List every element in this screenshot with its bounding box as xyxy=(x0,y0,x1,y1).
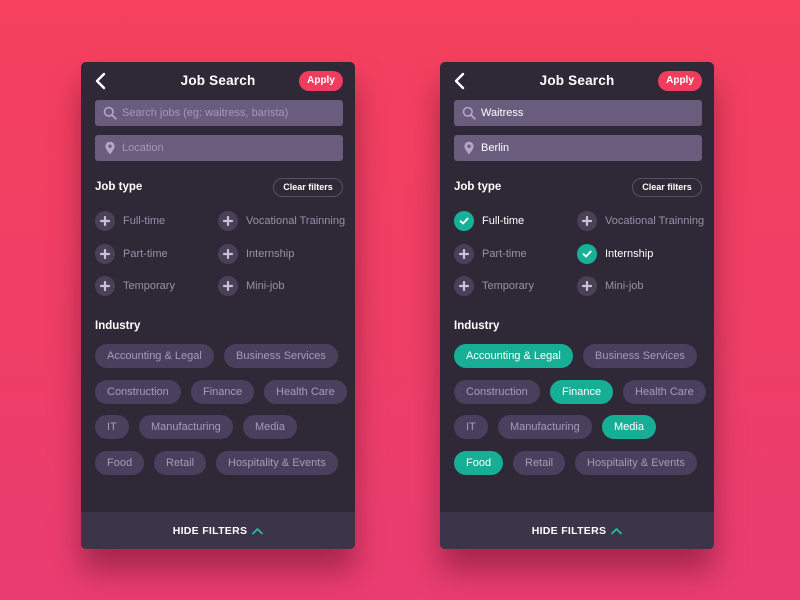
plus-icon xyxy=(218,211,238,231)
industry-chip-media[interactable]: Media xyxy=(243,415,297,439)
industry-chip-food[interactable]: Food xyxy=(95,450,145,475)
industry-chip-retail[interactable]: Retail xyxy=(154,450,207,475)
job-type-label: Full-time xyxy=(482,215,525,227)
industry-heading: Industry xyxy=(95,320,141,332)
apply-button[interactable]: Apply xyxy=(299,71,343,91)
plus-icon xyxy=(218,276,238,296)
location-pin-icon xyxy=(462,141,476,155)
job-type-label: Temporary xyxy=(482,280,534,292)
search-icon xyxy=(462,106,476,120)
job-type-vocational-trainning[interactable]: Vocational Trainning xyxy=(218,211,345,231)
job-type-vocational-trainning[interactable]: Vocational Trainning xyxy=(577,211,704,231)
job-type-label: Part-time xyxy=(482,248,527,260)
industry-chip-construction[interactable]: Construction xyxy=(454,379,540,404)
job-type-label: Vocational Trainning xyxy=(605,215,705,227)
apply-button[interactable]: Apply xyxy=(658,71,702,91)
chevron-up-icon xyxy=(252,527,264,535)
header: Job Search Apply xyxy=(440,62,714,100)
job-type-heading: Job type xyxy=(95,181,143,193)
industry-chip-construction[interactable]: Construction xyxy=(95,379,181,404)
location-input[interactable] xyxy=(122,135,337,161)
industry-chip-finance[interactable]: Finance xyxy=(191,379,255,404)
job-type-mini-job[interactable]: Mini-job xyxy=(218,276,285,296)
search-icon xyxy=(103,106,117,120)
plus-icon xyxy=(95,244,115,264)
hide-filters-label: HIDE FILTERS xyxy=(531,524,607,537)
job-type-label: Mini-job xyxy=(246,280,285,292)
plus-icon xyxy=(577,276,597,296)
job-type-label: Temporary xyxy=(123,280,175,292)
search-field[interactable] xyxy=(454,100,702,126)
job-type-part-time[interactable]: Part-time xyxy=(95,244,168,264)
job-type-mini-job[interactable]: Mini-job xyxy=(577,276,644,296)
clear-filters-button[interactable]: Clear filters xyxy=(273,178,343,197)
industry-chip-hospitality-and-events[interactable]: Hospitality & Events xyxy=(575,450,697,475)
industry-chip-manufacturing[interactable]: Manufacturing xyxy=(498,415,592,439)
industry-chip-retail[interactable]: Retail xyxy=(513,450,566,475)
location-pin-icon xyxy=(103,141,117,155)
location-field[interactable] xyxy=(95,135,343,161)
job-type-label: Full-time xyxy=(123,215,166,227)
job-type-temporary[interactable]: Temporary xyxy=(454,276,534,296)
industry-heading: Industry xyxy=(454,320,500,332)
check-icon xyxy=(577,244,597,264)
job-type-full-time[interactable]: Full-time xyxy=(454,211,524,231)
industry-chip-business-services[interactable]: Business Services xyxy=(583,344,697,368)
job-type-label: Internship xyxy=(605,248,654,260)
industry-chip-health-care[interactable]: Health Care xyxy=(264,379,347,404)
chevron-up-icon xyxy=(611,527,623,535)
job-type-label: Vocational Trainning xyxy=(246,215,346,227)
hide-filters-button[interactable]: HIDE FILTERS xyxy=(81,512,355,549)
industry-chip-accounting-and-legal[interactable]: Accounting & Legal xyxy=(454,344,573,368)
job-search-panel-empty: Job Search Apply Job type Clear filters … xyxy=(81,62,355,549)
search-input[interactable] xyxy=(481,100,696,126)
industry-chip-manufacturing[interactable]: Manufacturing xyxy=(139,415,233,439)
industry-chip-it[interactable]: IT xyxy=(95,415,129,439)
job-type-label: Mini-job xyxy=(605,280,644,292)
plus-icon xyxy=(454,276,474,296)
header: Job Search Apply xyxy=(81,62,355,100)
plus-icon xyxy=(218,244,238,264)
job-search-panel-filled: Job Search Apply Job type Clear filters … xyxy=(440,62,714,549)
industry-chip-finance[interactable]: Finance xyxy=(550,379,614,404)
industry-chip-hospitality-and-events[interactable]: Hospitality & Events xyxy=(216,450,338,475)
plus-icon xyxy=(454,244,474,264)
clear-filters-button[interactable]: Clear filters xyxy=(632,178,702,197)
check-icon xyxy=(454,211,474,231)
plus-icon xyxy=(577,211,597,231)
location-field[interactable] xyxy=(454,135,702,161)
plus-icon xyxy=(95,211,115,231)
industry-chip-health-care[interactable]: Health Care xyxy=(623,379,706,404)
hide-filters-label: HIDE FILTERS xyxy=(172,524,248,537)
job-type-label: Part-time xyxy=(123,248,168,260)
location-input[interactable] xyxy=(481,135,696,161)
job-type-label: Internship xyxy=(246,248,295,260)
job-type-temporary[interactable]: Temporary xyxy=(95,276,175,296)
search-field[interactable] xyxy=(95,100,343,126)
hide-filters-button[interactable]: HIDE FILTERS xyxy=(440,512,714,549)
search-input[interactable] xyxy=(122,100,337,126)
job-type-heading: Job type xyxy=(454,181,502,193)
job-type-internship[interactable]: Internship xyxy=(218,244,294,264)
industry-chip-it[interactable]: IT xyxy=(454,415,488,439)
industry-chip-business-services[interactable]: Business Services xyxy=(224,344,338,368)
plus-icon xyxy=(95,276,115,296)
industry-chip-media[interactable]: Media xyxy=(602,415,656,439)
job-type-part-time[interactable]: Part-time xyxy=(454,244,527,264)
job-type-internship[interactable]: Internship xyxy=(577,244,653,264)
job-type-full-time[interactable]: Full-time xyxy=(95,211,165,231)
industry-chip-food[interactable]: Food xyxy=(454,450,504,475)
industry-chip-accounting-and-legal[interactable]: Accounting & Legal xyxy=(95,344,214,368)
